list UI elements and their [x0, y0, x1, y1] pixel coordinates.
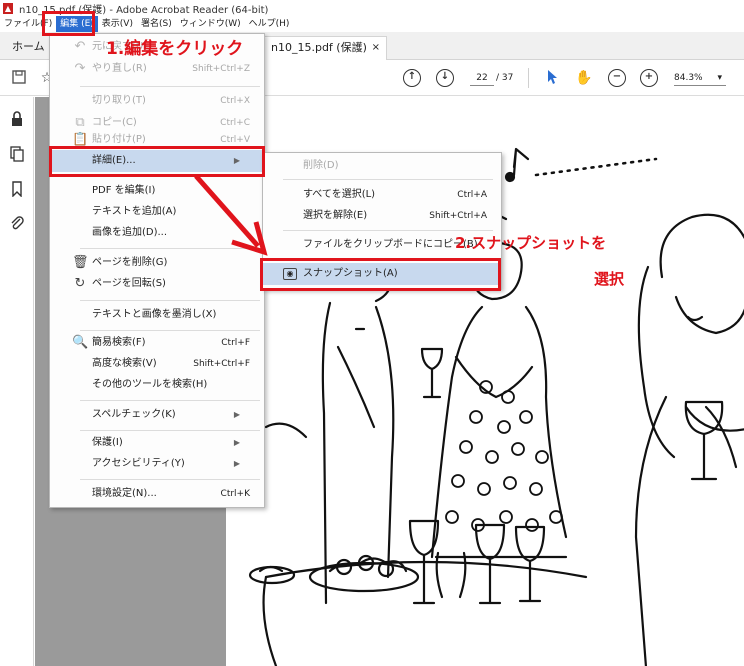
close-icon[interactable]: × [372, 37, 380, 59]
tab-document[interactable]: n10_15.pdf (保護) × [262, 36, 387, 60]
menu-sign[interactable]: 署名(S) [137, 16, 176, 32]
search-icon: 🔍 [72, 335, 89, 350]
menu-item-cut[interactable]: 切り取り(T) Ctrl+X [50, 90, 264, 112]
redo-icon: ↷ [74, 61, 86, 76]
annotation-arrow [194, 174, 268, 256]
menu-item-redo[interactable]: ↷ やり直し(R) Shift+Ctrl+Z [50, 58, 264, 80]
menu-separator [283, 230, 493, 231]
page-total: / 37 [496, 73, 514, 83]
menu-item-copy[interactable]: ⧉ コピー(C) Ctrl+C [50, 112, 264, 134]
page-number-input[interactable]: 22 [470, 70, 494, 86]
menu-separator [80, 330, 260, 331]
menu-item-find-tools[interactable]: その他のツールを検索(H) [50, 374, 264, 396]
annotation-step2-line2: 選択 [594, 270, 625, 288]
menu-separator [80, 430, 260, 431]
submenu-item-delete[interactable]: 削除(D) [263, 155, 501, 177]
save-icon[interactable] [10, 69, 28, 87]
menu-separator [80, 400, 260, 401]
submenu-item-deselect-all[interactable]: 選択を解除(E) Shift+Ctrl+A [263, 205, 501, 227]
highlight-box-snapshot [260, 258, 501, 291]
lock-icon[interactable] [9, 111, 25, 129]
menu-separator [80, 300, 260, 301]
menu-item-spellcheck[interactable]: スペルチェック(K) ▶ [50, 404, 264, 426]
arrow-up-icon[interactable]: ↑ [403, 69, 421, 87]
menu-separator [80, 86, 260, 87]
menu-bar: ファイル(F) 編集 (E) 表示(V) 署名(S) ウィンドウ(W) ヘルプ(… [0, 16, 744, 32]
left-sidebar [0, 97, 34, 666]
menu-separator [283, 179, 493, 180]
title-bar: ▲ n10_15.pdf (保護) - Adobe Acrobat Reader… [0, 0, 744, 16]
tab-document-label: n10_15.pdf (保護) [271, 41, 367, 54]
copy-icon: ⧉ [75, 115, 85, 130]
trash-icon: 🗑 [72, 255, 89, 270]
menu-item-rotate-pages[interactable]: ↻ ページを回転(S) [50, 273, 264, 295]
attachment-icon[interactable] [9, 215, 25, 233]
select-cursor-icon[interactable] [543, 69, 561, 87]
bookmark-icon[interactable] [9, 181, 25, 199]
arrow-down-icon[interactable]: ↓ [436, 69, 454, 87]
highlight-box-edit-menu [42, 11, 95, 36]
zoom-value: 84.3% [674, 73, 703, 83]
rotate-icon: ↻ [74, 276, 86, 291]
menu-view[interactable]: 表示(V) [98, 16, 137, 32]
annotation-step1: 1.編集をクリック [106, 39, 244, 59]
menu-item-redact[interactable]: テキストと画像を墨消し(X) [50, 304, 264, 326]
tab-home[interactable]: ホーム [4, 36, 53, 60]
undo-icon: ↶ [74, 39, 86, 54]
zoom-in-icon[interactable]: + [640, 69, 658, 87]
menu-help[interactable]: ヘルプ(H) [245, 16, 294, 32]
chevron-right-icon: ▶ [233, 410, 240, 419]
menu-separator [80, 479, 260, 480]
submenu-item-select-all[interactable]: すべてを選択(L) Ctrl+A [263, 184, 501, 206]
zoom-out-icon[interactable]: − [608, 69, 626, 87]
menu-item-preferences[interactable]: 環境設定(N)... Ctrl+K [50, 483, 264, 505]
zoom-select[interactable]: 84.3% ▾ [674, 70, 726, 86]
chevron-right-icon: ▶ [233, 459, 240, 468]
menu-item-accessibility[interactable]: アクセシビリティ(Y) ▶ [50, 453, 264, 475]
edit-menu: ↶ 元に戻す(U) ↷ やり直し(R) Shift+Ctrl+Z 切り取り(T)… [49, 33, 265, 508]
toolbar-separator [528, 68, 529, 88]
menu-item-protection[interactable]: 保護(I) ▶ [50, 432, 264, 454]
annotation-step2-line1: 2.スナップショットを [455, 234, 607, 252]
menu-item-find[interactable]: 🔍 簡易検索(F) Ctrl+F [50, 332, 264, 354]
pages-icon[interactable] [9, 146, 25, 164]
chevron-right-icon: ▶ [233, 438, 240, 447]
hand-icon[interactable]: ✋ [575, 69, 593, 87]
pdf-icon: ▲ [3, 2, 13, 14]
menu-window[interactable]: ウィンドウ(W) [176, 16, 245, 32]
menu-item-advanced-search[interactable]: 高度な検索(V) Shift+Ctrl+F [50, 353, 264, 375]
chevron-down-icon: ▾ [717, 73, 722, 83]
